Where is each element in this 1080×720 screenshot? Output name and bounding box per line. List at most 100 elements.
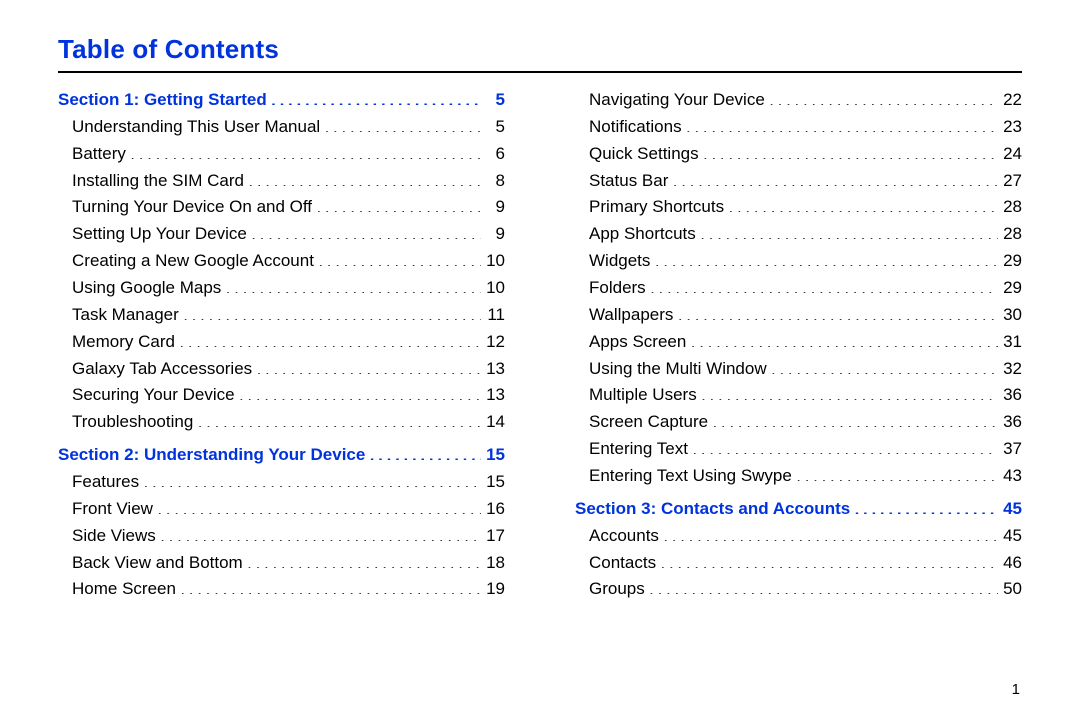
toc-page-number: 24 (1000, 141, 1022, 168)
toc-entry-label: Primary Shortcuts (589, 194, 728, 221)
toc-entry-row[interactable]: Back View and Bottom 18 (58, 550, 505, 577)
toc-dot-leader (247, 551, 481, 568)
toc-page-number: 16 (483, 496, 505, 523)
toc-entry-row[interactable]: Apps Screen 31 (575, 329, 1022, 356)
toc-entry-row[interactable]: Accounts 45 (575, 523, 1022, 550)
toc-entry-row[interactable]: Battery 6 (58, 141, 505, 168)
toc-dot-leader (673, 169, 998, 186)
toc-section-label: Section 1: Getting Started (58, 87, 270, 114)
toc-dot-leader (663, 524, 997, 541)
toc-page-number: 37 (1000, 436, 1022, 463)
toc-page: Table of Contents Section 1: Getting Sta… (0, 0, 1080, 720)
toc-columns: Section 1: Getting Started 5Understandin… (58, 87, 1022, 603)
toc-entry-row[interactable]: Creating a New Google Account 10 (58, 248, 505, 275)
toc-entry-row[interactable]: Using the Multi Window 32 (575, 356, 1022, 383)
toc-dot-leader (661, 551, 998, 568)
toc-entry-row[interactable]: Side Views 17 (58, 523, 505, 550)
toc-dot-leader (157, 497, 480, 514)
toc-dot-leader (226, 276, 481, 293)
toc-entry-row[interactable]: Status Bar 27 (575, 168, 1022, 195)
toc-entry-row[interactable]: Using Google Maps 10 (58, 275, 505, 302)
toc-entry-label: Groups (589, 576, 648, 603)
toc-page-number: 14 (483, 409, 505, 436)
toc-page-number: 30 (1000, 302, 1022, 329)
toc-page-number: 13 (483, 356, 505, 383)
toc-entry-row[interactable]: Task Manager 11 (58, 302, 505, 329)
toc-page-number: 27 (1000, 168, 1022, 195)
toc-entry-row[interactable]: Contacts 46 (575, 550, 1022, 577)
toc-right-column: Navigating Your Device 22Notifications 2… (575, 87, 1022, 603)
toc-page-number: 28 (1000, 221, 1022, 248)
toc-entry-row[interactable]: Galaxy Tab Accessories 13 (58, 356, 505, 383)
title-divider (58, 71, 1022, 73)
toc-section-label: Section 3: Contacts and Accounts (575, 496, 854, 523)
toc-entry-row[interactable]: Memory Card 12 (58, 329, 505, 356)
toc-entry-row[interactable]: Entering Text Using Swype 43 (575, 463, 1022, 490)
toc-entry-row[interactable]: Groups 50 (575, 576, 1022, 603)
toc-dot-leader (316, 195, 481, 212)
toc-dot-leader (796, 464, 997, 481)
toc-entry-row[interactable]: Primary Shortcuts 28 (575, 194, 1022, 221)
toc-page-number: 15 (483, 442, 505, 469)
toc-page-number: 5 (483, 87, 505, 114)
footer-page-number: 1 (1012, 681, 1020, 698)
toc-entry-label: Folders (589, 275, 649, 302)
toc-entry-row[interactable]: Front View 16 (58, 496, 505, 523)
toc-entry-row[interactable]: Widgets 29 (575, 248, 1022, 275)
toc-section-row[interactable]: Section 1: Getting Started 5 (58, 87, 505, 114)
toc-section-row[interactable]: Section 2: Understanding Your Device 15 (58, 442, 505, 469)
toc-entry-row[interactable]: Entering Text 37 (575, 436, 1022, 463)
toc-dot-leader (271, 88, 481, 105)
toc-dot-leader (700, 222, 998, 239)
toc-page-number: 10 (483, 248, 505, 275)
toc-page-number: 15 (483, 469, 505, 496)
toc-entry-label: Features (72, 469, 143, 496)
toc-entry-row[interactable]: App Shortcuts 28 (575, 221, 1022, 248)
toc-page-number: 36 (1000, 382, 1022, 409)
toc-dot-leader (769, 88, 998, 105)
toc-entry-row[interactable]: Installing the SIM Card 8 (58, 168, 505, 195)
toc-entry-row[interactable]: Understanding This User Manual 5 (58, 114, 505, 141)
toc-dot-leader (771, 357, 998, 374)
toc-entry-label: Galaxy Tab Accessories (72, 356, 256, 383)
toc-entry-label: Using the Multi Window (589, 356, 770, 383)
toc-page-number: 9 (483, 194, 505, 221)
toc-entry-row[interactable]: Wallpapers 30 (575, 302, 1022, 329)
toc-page-number: 17 (483, 523, 505, 550)
toc-entry-row[interactable]: Features 15 (58, 469, 505, 496)
toc-dot-leader (180, 577, 480, 594)
toc-entry-label: Status Bar (589, 168, 672, 195)
toc-dot-leader (370, 443, 481, 460)
toc-entry-row[interactable]: Navigating Your Device 22 (575, 87, 1022, 114)
toc-entry-row[interactable]: Screen Capture 36 (575, 409, 1022, 436)
toc-page-number: 11 (483, 302, 505, 329)
toc-dot-leader (691, 330, 998, 347)
toc-dot-leader (712, 410, 997, 427)
toc-entry-label: Quick Settings (589, 141, 702, 168)
toc-entry-row[interactable]: Notifications 23 (575, 114, 1022, 141)
toc-dot-leader (686, 115, 998, 132)
toc-dot-leader (701, 383, 998, 400)
toc-left-column: Section 1: Getting Started 5Understandin… (58, 87, 505, 603)
toc-entry-row[interactable]: Home Screen 19 (58, 576, 505, 603)
toc-entry-row[interactable]: Quick Settings 24 (575, 141, 1022, 168)
toc-entry-row[interactable]: Multiple Users 36 (575, 382, 1022, 409)
toc-dot-leader (855, 497, 998, 514)
toc-page-number: 13 (483, 382, 505, 409)
toc-dot-leader (729, 195, 998, 212)
toc-entry-row[interactable]: Setting Up Your Device 9 (58, 221, 505, 248)
toc-entry-label: Notifications (589, 114, 685, 141)
toc-entry-row[interactable]: Turning Your Device On and Off 9 (58, 194, 505, 221)
toc-entry-row[interactable]: Folders 29 (575, 275, 1022, 302)
toc-entry-label: Installing the SIM Card (72, 168, 247, 195)
toc-entry-label: Using Google Maps (72, 275, 225, 302)
toc-dot-leader (130, 142, 481, 159)
toc-entry-label: Battery (72, 141, 129, 168)
toc-entry-label: Wallpapers (589, 302, 677, 329)
toc-section-label: Section 2: Understanding Your Device (58, 442, 369, 469)
toc-entry-row[interactable]: Securing Your Device 13 (58, 382, 505, 409)
toc-entry-row[interactable]: Troubleshooting 14 (58, 409, 505, 436)
toc-entry-label: Front View (72, 496, 156, 523)
toc-section-row[interactable]: Section 3: Contacts and Accounts 45 (575, 496, 1022, 523)
toc-page-number: 5 (483, 114, 505, 141)
